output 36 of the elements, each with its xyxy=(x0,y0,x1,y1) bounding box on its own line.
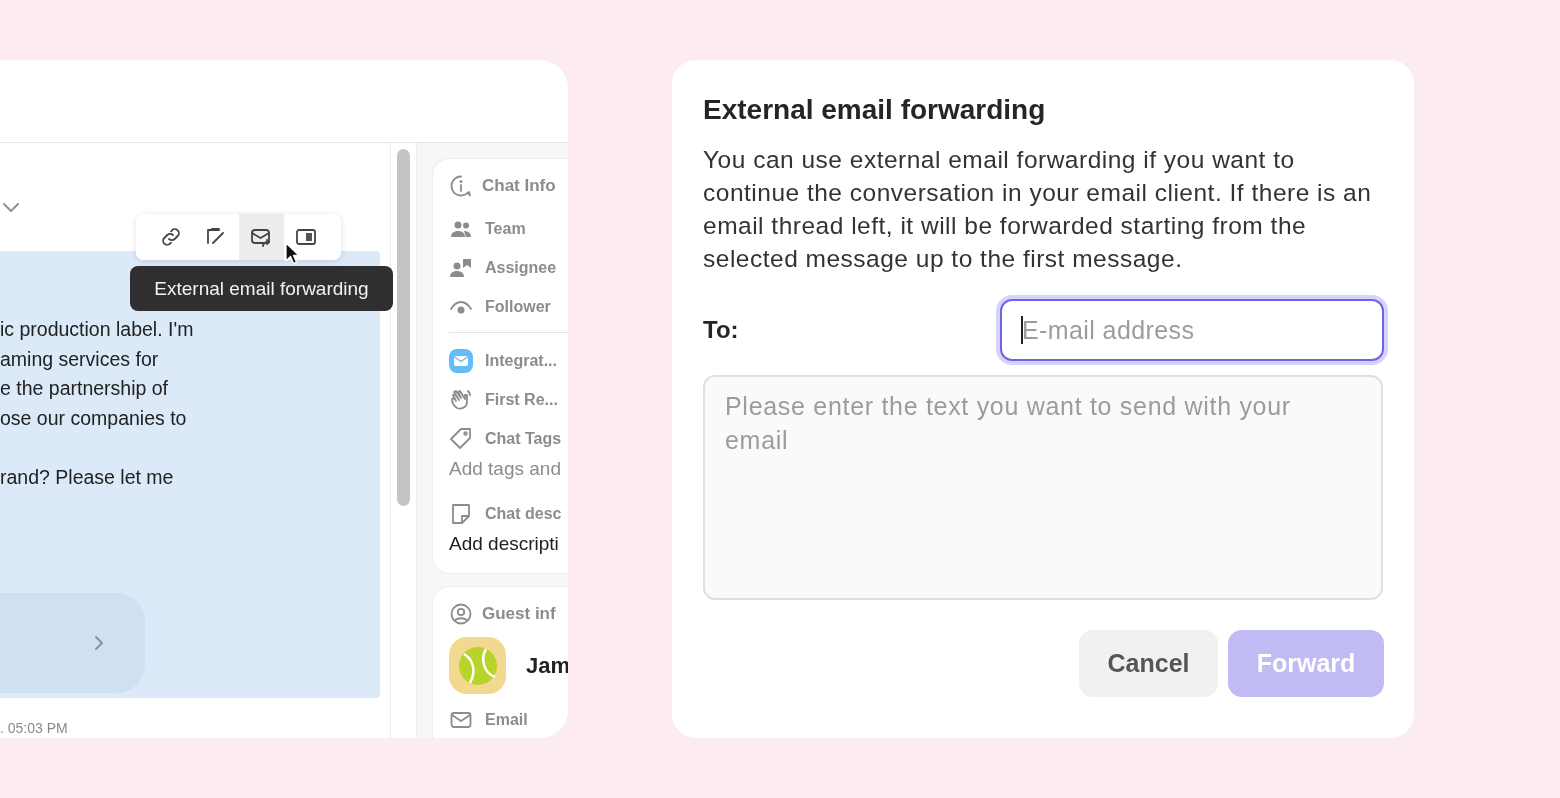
field-label: Follower xyxy=(485,297,551,316)
field-label: Chat Tags xyxy=(485,429,562,448)
info-icon xyxy=(449,174,473,198)
dialog-description: You can use external email forwarding if you want to continue the conversation in your email client. If there is an email thread left, it will be forwarded starting from the selected message up to the first message. xyxy=(703,145,1373,274)
message-text: rand? Please let me xyxy=(0,465,175,490)
mail-app-icon xyxy=(449,348,473,373)
waving-hand-icon xyxy=(449,387,473,412)
description-link[interactable]: Add descripti xyxy=(449,533,568,563)
chevron-right-icon xyxy=(95,636,103,650)
message-time: . 05:03 PM xyxy=(0,720,68,736)
email-field[interactable]: E-mail address xyxy=(1000,299,1384,361)
message-text: aming services for xyxy=(0,346,160,372)
chevron-down-icon xyxy=(3,203,19,213)
message-field[interactable]: Please enter the text you want to send with your email xyxy=(703,375,1383,600)
tags-placeholder[interactable]: Add tags and xyxy=(449,458,568,488)
dialog-title: External email forwarding xyxy=(703,93,1047,127)
scrollbar-thumb[interactable] xyxy=(397,149,410,506)
field-label: Team xyxy=(485,219,526,238)
message-text: ose our companies to xyxy=(0,405,188,431)
toolbar-button[interactable] xyxy=(238,214,284,260)
cancel-button[interactable]: Cancel xyxy=(1079,630,1218,697)
tooltip: External email forwarding xyxy=(130,266,393,311)
field-label: Chat desc xyxy=(485,504,562,523)
field-label: Integrat... xyxy=(485,351,557,370)
section-title: Chat Info xyxy=(482,176,556,196)
field-label: Email xyxy=(485,710,528,729)
message-text: ic production label. I'm xyxy=(0,317,195,342)
note-icon xyxy=(449,501,473,526)
field-label: First Re... xyxy=(485,390,558,409)
field-label: Assignee xyxy=(485,258,557,277)
user-circle-icon xyxy=(449,602,473,626)
message-text: e the partnership of xyxy=(0,376,170,401)
tag-icon xyxy=(449,426,473,451)
guest-name: Jam xyxy=(526,652,568,679)
section-title: Guest inf xyxy=(482,604,556,624)
field-label: To: xyxy=(703,316,739,344)
